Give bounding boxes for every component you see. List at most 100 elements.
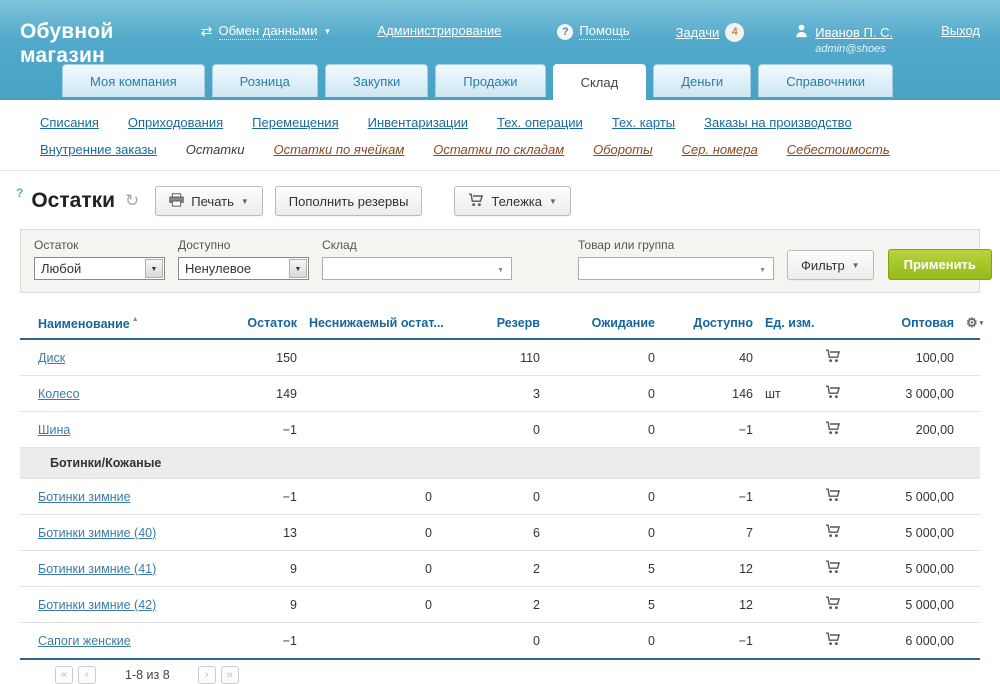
tab-Продажи[interactable]: Продажи — [435, 64, 545, 97]
replenish-reserves-button[interactable]: Пополнить резервы — [275, 186, 423, 216]
exchange-arrows-icon: ⇄ — [201, 23, 213, 40]
unit-cell — [759, 551, 801, 587]
cart-cell — [801, 412, 865, 448]
subnav-link-Внутренние заказы[interactable]: Внутренние заказы — [40, 142, 157, 157]
gear-spacer-cell — [960, 376, 980, 412]
filter-warehouse-group: Склад ▼ — [322, 238, 512, 280]
menu-logout[interactable]: Выход — [941, 23, 980, 38]
price-cell: 3 000,00 — [865, 376, 960, 412]
filter-button[interactable]: Фильтр ▼ — [787, 250, 874, 280]
subnav-row1: Списания Оприходования Перемещения Инвентар… — [40, 109, 1000, 136]
chevron-down-icon: ▼ — [497, 267, 504, 274]
menu-data-exchange[interactable]: ⇄ Обмен данными ▼ — [201, 23, 332, 40]
tab-Розница[interactable]: Розница — [212, 64, 318, 97]
app-title: Обувной магазин — [20, 20, 201, 68]
last-page-button[interactable]: » — [221, 666, 239, 684]
print-button[interactable]: Печать ▼ — [155, 186, 263, 216]
gear-spacer-cell — [960, 551, 980, 587]
min-stock-cell: 0 — [303, 479, 438, 515]
gear-spacer-cell — [960, 412, 980, 448]
item-link-Шина[interactable]: Шина — [38, 423, 70, 437]
page-title: Остатки — [31, 189, 115, 213]
menu-logout-label: Выход — [941, 23, 980, 38]
column-header-reserve[interactable]: Резерв — [438, 308, 546, 339]
column-header-available[interactable]: Доступно — [661, 308, 759, 339]
subnav-link-Тех. карты[interactable]: Тех. карты — [612, 115, 675, 130]
cart-cell — [801, 551, 865, 587]
min-stock-cell: 0 — [303, 587, 438, 623]
subnav-report-link-Остатки по складам[interactable]: Остатки по складам — [433, 142, 564, 157]
subnav-link-Тех. операции[interactable]: Тех. операции — [497, 115, 583, 130]
awaiting-cell: 0 — [546, 412, 661, 448]
table-row: Ботинки зимние−1000−15 000,00 — [20, 479, 980, 515]
subnav-link-Заказы на производство[interactable]: Заказы на производство — [704, 115, 852, 130]
available-cell: 146 — [661, 376, 759, 412]
cart-icon[interactable] — [825, 421, 841, 438]
item-link-Диск[interactable]: Диск — [38, 351, 65, 365]
min-stock-cell: 0 — [303, 551, 438, 587]
cart-icon[interactable] — [825, 596, 841, 613]
item-name-cell: Ботинки зимние (42) — [20, 587, 215, 623]
first-page-button[interactable]: « — [55, 666, 73, 684]
next-page-button[interactable]: › — [198, 666, 216, 684]
menu-administration[interactable]: Администрирование — [377, 23, 501, 38]
unit-cell — [759, 587, 801, 623]
column-header-unit[interactable]: Ед. изм. — [759, 308, 801, 339]
available-filter-select[interactable]: Ненулевое ▼ — [178, 257, 309, 280]
item-link-Ботинки зимние[interactable]: Ботинки зимние — [38, 490, 131, 504]
subnav-link-Списания[interactable]: Списания — [40, 115, 99, 130]
trolley-button[interactable]: Тележка ▼ — [454, 186, 571, 216]
tab-Склад[interactable]: Склад — [553, 64, 647, 100]
apply-button[interactable]: Применить — [888, 249, 992, 280]
item-link-Ботинки зимние (41)[interactable]: Ботинки зимние (41) — [38, 562, 156, 576]
cart-icon[interactable] — [825, 349, 841, 366]
stock-cell: 9 — [215, 587, 303, 623]
cart-icon[interactable] — [825, 385, 841, 402]
item-link-Колесо[interactable]: Колесо — [38, 387, 80, 401]
menu-data-exchange-label: Обмен данными — [219, 23, 318, 40]
sub-navigation: Списания Оприходования Перемещения Инвентар… — [0, 100, 1000, 171]
item-link-Ботинки зимние (42)[interactable]: Ботинки зимние (42) — [38, 598, 156, 612]
column-settings-gear[interactable]: ⚙▾ — [960, 308, 980, 339]
tab-Справочники[interactable]: Справочники — [758, 64, 893, 97]
user-name-link[interactable]: Иванов П. С. — [815, 25, 893, 40]
tab-Закупки[interactable]: Закупки — [325, 64, 428, 97]
subnav-link-Инвентаризации[interactable]: Инвентаризации — [368, 115, 468, 130]
subnav-report-link-Себестоимость[interactable]: Себестоимость — [787, 142, 890, 157]
help-question-icon: ? — [557, 24, 573, 40]
prev-page-button[interactable]: ‹ — [78, 666, 96, 684]
subnav-report-link-Сер. номера[interactable]: Сер. номера — [682, 142, 758, 157]
awaiting-cell: 0 — [546, 515, 661, 551]
cart-icon — [468, 193, 484, 210]
table-row: Шина−100−1200,00 — [20, 412, 980, 448]
column-header-name[interactable]: Наименование▲ — [20, 308, 215, 339]
product-filter-combo[interactable]: ▼ — [578, 257, 774, 280]
warehouse-filter-combo[interactable]: ▼ — [322, 257, 512, 280]
stock-filter-select[interactable]: Любой ▼ — [34, 257, 165, 280]
cart-icon[interactable] — [825, 524, 841, 541]
subnav-link-Оприходования[interactable]: Оприходования — [128, 115, 223, 130]
unit-cell — [759, 412, 801, 448]
chevron-down-icon: ▼ — [852, 261, 860, 270]
subnav-link-Перемещения[interactable]: Перемещения — [252, 115, 338, 130]
tab-Моя компания[interactable]: Моя компания — [62, 64, 205, 97]
cart-icon[interactable] — [825, 488, 841, 505]
column-header-min-stock[interactable]: Неснижаемый остат... — [303, 308, 438, 339]
column-header-awaiting[interactable]: Ожидание — [546, 308, 661, 339]
top-bar: Обувной магазин ⇄ Обмен данными ▼ Админи… — [0, 0, 1000, 100]
tab-Деньги[interactable]: Деньги — [653, 64, 751, 97]
refresh-icon[interactable]: ↻ — [125, 191, 139, 211]
min-stock-cell — [303, 412, 438, 448]
stock-table-body: Диск150110040100,00Колесо14930146шт3 000… — [20, 339, 980, 659]
table-row: Ботинки/Кожаные — [20, 448, 980, 479]
subnav-report-link-Обороты[interactable]: Обороты — [593, 142, 653, 157]
item-name-cell: Колесо — [20, 376, 215, 412]
column-header-price[interactable]: Оптовая — [865, 308, 960, 339]
column-header-stock[interactable]: Остаток — [215, 308, 303, 339]
subnav-report-link-Остатки по ячейкам[interactable]: Остатки по ячейкам — [274, 142, 405, 157]
page-help-icon[interactable]: ? — [16, 186, 23, 200]
menu-help[interactable]: ? Помощь — [557, 23, 629, 40]
cart-icon[interactable] — [825, 560, 841, 577]
item-link-Ботинки зимние (40)[interactable]: Ботинки зимние (40) — [38, 526, 156, 540]
menu-tasks[interactable]: Задачи 4 — [676, 23, 745, 42]
